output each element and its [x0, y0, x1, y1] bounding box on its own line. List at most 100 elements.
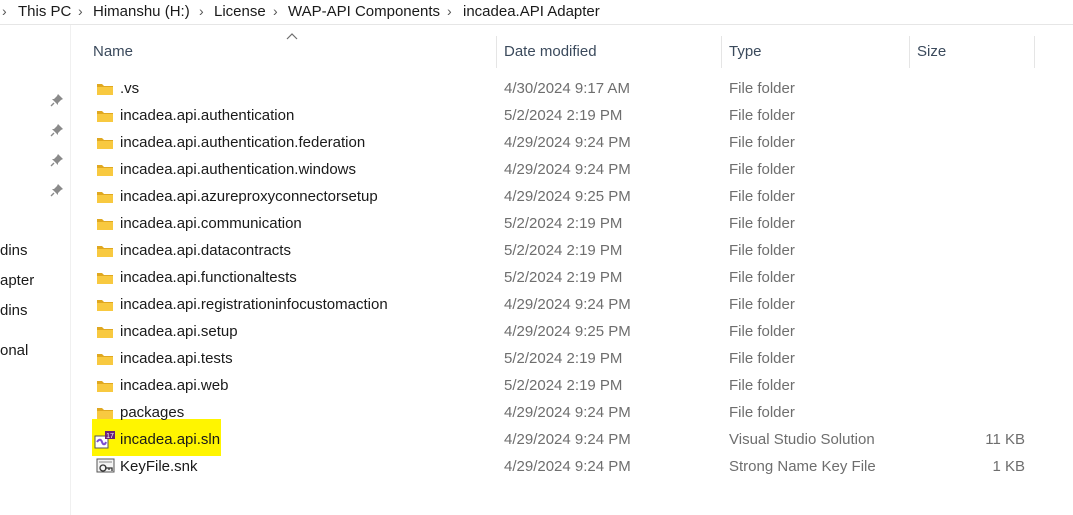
breadcrumb-item-drive[interactable]: Himanshu (H:) — [93, 3, 190, 20]
column-header-type[interactable]: Type — [729, 43, 762, 60]
file-type: File folder — [729, 80, 795, 97]
file-date-modified: 4/29/2024 9:24 PM — [504, 404, 631, 421]
file-date-modified: 4/29/2024 9:25 PM — [504, 188, 631, 205]
file-type: File folder — [729, 404, 795, 421]
file-date-modified: 5/2/2024 2:19 PM — [504, 377, 623, 394]
file-name[interactable]: incadea.api.datacontracts — [120, 242, 291, 259]
file-name[interactable]: incadea.api.authentication — [120, 107, 294, 124]
nav-item-label[interactable]: dins — [0, 302, 28, 319]
file-type: Visual Studio Solution — [729, 431, 875, 448]
file-type: File folder — [729, 188, 795, 205]
file-name[interactable]: incadea.api.authentication.federation — [120, 134, 365, 151]
pin-icon[interactable] — [50, 183, 64, 197]
file-name[interactable]: packages — [120, 404, 184, 421]
file-type: File folder — [729, 161, 795, 178]
svg-text:17: 17 — [106, 433, 114, 440]
chevron-right-icon[interactable]: › — [273, 3, 278, 19]
folder-icon — [96, 270, 114, 286]
file-date-modified: 4/29/2024 9:24 PM — [504, 431, 631, 448]
nav-item-label[interactable]: onal — [0, 342, 28, 359]
file-date-modified: 4/29/2024 9:24 PM — [504, 458, 631, 475]
file-row[interactable]: incadea.api.setup 4/29/2024 9:25 PM File f… — [88, 319, 1038, 346]
chevron-right-icon[interactable]: › — [199, 3, 204, 19]
folder-icon — [96, 81, 114, 97]
breadcrumb-item-wap-api[interactable]: WAP-API Components — [288, 3, 440, 20]
breadcrumb: › This PC › Himanshu (H:) › License › WA… — [0, 0, 1073, 25]
file-name[interactable]: incadea.api.communication — [120, 215, 302, 232]
file-size: 1 KB — [992, 458, 1025, 475]
file-name[interactable]: incadea.api.web — [120, 377, 228, 394]
folder-icon — [96, 135, 114, 151]
file-row[interactable]: incadea.api.communication 5/2/2024 2:19 P… — [88, 211, 1038, 238]
file-type: File folder — [729, 269, 795, 286]
file-row[interactable]: incadea.api.authentication.federation 4/2… — [88, 130, 1038, 157]
file-row[interactable]: incadea.api.tests 5/2/2024 2:19 PM File fo… — [88, 346, 1038, 373]
chevron-right-icon[interactable]: › — [447, 3, 452, 19]
file-date-modified: 4/29/2024 9:25 PM — [504, 323, 631, 340]
pin-icon[interactable] — [50, 123, 64, 137]
nav-item-label[interactable]: apter — [0, 272, 34, 289]
nav-item-label[interactable]: dins — [0, 242, 28, 259]
column-divider[interactable] — [1034, 36, 1035, 68]
file-row[interactable]: incadea.api.authentication.windows 4/29/2… — [88, 157, 1038, 184]
column-header-name[interactable]: Name — [93, 43, 133, 60]
file-type: File folder — [729, 350, 795, 367]
folder-icon — [96, 351, 114, 367]
folder-icon — [96, 324, 114, 340]
file-date-modified: 4/30/2024 9:17 AM — [504, 80, 630, 97]
file-type: File folder — [729, 107, 795, 124]
file-date-modified: 5/2/2024 2:19 PM — [504, 350, 623, 367]
folder-icon — [96, 405, 114, 421]
file-type: File folder — [729, 242, 795, 259]
file-row[interactable]: incadea.api.functionaltests 5/2/2024 2:19… — [88, 265, 1038, 292]
file-row[interactable]: 17 incadea.api.sln 4/29/2024 9:24 PM Visual… — [88, 427, 1038, 454]
file-name[interactable]: incadea.api.setup — [120, 323, 238, 340]
file-row[interactable]: incadea.api.azureproxyconnectorsetup 4/29… — [88, 184, 1038, 211]
file-size: 11 KB — [985, 431, 1025, 448]
folder-icon — [96, 162, 114, 178]
file-name[interactable]: KeyFile.snk — [120, 458, 198, 475]
file-name[interactable]: incadea.api.tests — [120, 350, 233, 367]
file-explorer-window: › This PC › Himanshu (H:) › License › WA… — [0, 0, 1073, 515]
folder-icon — [96, 243, 114, 259]
file-date-modified: 4/29/2024 9:24 PM — [504, 161, 631, 178]
chevron-right-icon[interactable]: › — [78, 3, 83, 19]
file-row[interactable]: KeyFile.snk 4/29/2024 9:24 PM Strong Name … — [88, 454, 1038, 481]
file-date-modified: 5/2/2024 2:19 PM — [504, 215, 623, 232]
folder-icon — [96, 378, 114, 394]
file-row[interactable]: incadea.api.datacontracts 5/2/2024 2:19 P… — [88, 238, 1038, 265]
file-row[interactable]: .vs 4/30/2024 9:17 AM File folder — [88, 76, 1038, 103]
file-date-modified: 5/2/2024 2:19 PM — [504, 107, 623, 124]
column-header-date-modified[interactable]: Date modified — [504, 43, 597, 60]
column-divider[interactable] — [721, 36, 722, 68]
file-date-modified: 4/29/2024 9:24 PM — [504, 296, 631, 313]
folder-icon — [96, 189, 114, 205]
column-divider[interactable] — [909, 36, 910, 68]
column-divider[interactable] — [496, 36, 497, 68]
file-name[interactable]: incadea.api.sln — [120, 431, 220, 448]
breadcrumb-item-current[interactable]: incadea.API Adapter — [463, 3, 600, 20]
folder-icon — [96, 297, 114, 313]
file-type: File folder — [729, 134, 795, 151]
file-row[interactable]: incadea.api.web 5/2/2024 2:19 PM File fold… — [88, 373, 1038, 400]
file-type: File folder — [729, 215, 795, 232]
file-date-modified: 5/2/2024 2:19 PM — [504, 269, 623, 286]
file-row[interactable]: incadea.api.authentication 5/2/2024 2:19 … — [88, 103, 1038, 130]
breadcrumb-item-license[interactable]: License — [214, 3, 266, 20]
strong-name-key-icon — [96, 458, 115, 475]
file-date-modified: 5/2/2024 2:19 PM — [504, 242, 623, 259]
file-name[interactable]: incadea.api.authentication.windows — [120, 161, 356, 178]
file-row[interactable]: incadea.api.registrationinfocustomaction… — [88, 292, 1038, 319]
pin-icon[interactable] — [50, 93, 64, 107]
chevron-right-icon: › — [2, 3, 7, 19]
file-type: File folder — [729, 377, 795, 394]
file-name[interactable]: incadea.api.functionaltests — [120, 269, 297, 286]
visual-studio-solution-icon: 17 — [94, 431, 115, 449]
file-name[interactable]: incadea.api.azureproxyconnectorsetup — [120, 188, 378, 205]
file-row[interactable]: packages 4/29/2024 9:24 PM File folder — [88, 400, 1038, 427]
pin-icon[interactable] — [50, 153, 64, 167]
file-name[interactable]: incadea.api.registrationinfocustomaction — [120, 296, 388, 313]
column-header-size[interactable]: Size — [917, 43, 946, 60]
file-name[interactable]: .vs — [120, 80, 139, 97]
breadcrumb-item-this-pc[interactable]: This PC — [18, 3, 71, 20]
